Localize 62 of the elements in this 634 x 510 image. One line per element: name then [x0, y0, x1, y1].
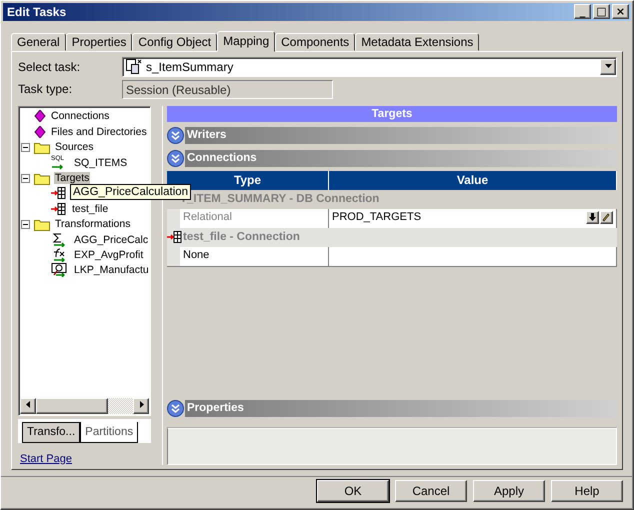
lookup-icon	[51, 263, 69, 278]
table-cell: PROD_TARGETS	[329, 208, 617, 228]
diamond-icon	[34, 110, 46, 122]
tab[interactable]: Components	[275, 32, 356, 51]
expander-toggle[interactable]	[21, 220, 30, 229]
task-dropdown[interactable]: s_ItemSummary	[122, 57, 617, 78]
tree-item[interactable]: Transformations	[54, 218, 132, 230]
window-control-button[interactable]: □	[593, 4, 610, 20]
field-label: Select task:	[18, 60, 82, 74]
left-arrow-icon	[24, 400, 32, 410]
target-table-icon	[51, 202, 67, 215]
tab[interactable]: Partitions	[80, 422, 138, 443]
tab[interactable]: Metadata Extensions	[355, 32, 480, 51]
window-title: Edit Tasks	[7, 4, 68, 19]
tree-item[interactable]: SQ_ITEMS	[73, 156, 128, 169]
tree-item[interactable]: LKP_Manufactu	[73, 264, 150, 276]
tree-item[interactable]: Connections	[50, 110, 110, 122]
folder-icon	[34, 172, 50, 184]
tab[interactable]: Transfo...	[22, 422, 80, 443]
collapse-chevron-icon[interactable]	[167, 400, 184, 418]
target-table-icon	[51, 187, 67, 200]
group-title: test_file - Connection	[183, 231, 300, 244]
column-header: Value	[329, 170, 617, 190]
collapse-chevron-icon[interactable]	[167, 127, 184, 144]
edit-pencil-button[interactable]	[600, 210, 613, 224]
dialog-button[interactable]: OK	[317, 480, 389, 502]
tree-item[interactable]: test_file	[71, 202, 110, 215]
section-header[interactable]: Connections	[185, 150, 617, 168]
tree-item[interactable]: AGG_PriceCalc	[73, 234, 150, 246]
dialog-button[interactable]: Help	[551, 480, 623, 502]
section-header[interactable]: Properties	[185, 400, 617, 418]
session-icon	[126, 59, 142, 76]
tab[interactable]: Properties	[66, 32, 132, 51]
tree-item[interactable]: Sources	[54, 141, 95, 154]
collapse-chevron-icon[interactable]	[167, 150, 184, 168]
tab[interactable]: Mapping	[217, 30, 276, 52]
dialog-button[interactable]: Apply	[473, 480, 545, 502]
expander-toggle[interactable]	[21, 142, 30, 152]
window-control-button[interactable]: _	[574, 4, 591, 20]
tree-item[interactable]: Files and Directories	[50, 126, 148, 138]
tree-item[interactable]: Targets	[54, 172, 90, 184]
target-table-icon	[167, 231, 183, 244]
field-label: Task type:	[18, 82, 74, 96]
scroll-left-button[interactable]	[20, 398, 36, 414]
dialog-button[interactable]: Cancel	[395, 480, 467, 502]
dropdown-arrow-button[interactable]	[600, 59, 616, 76]
expander-toggle[interactable]	[21, 174, 30, 182]
tab[interactable]: General	[11, 32, 66, 51]
section-header[interactable]: Writers	[185, 127, 617, 144]
tree-item[interactable]: EXP_AvgProfit	[73, 248, 144, 261]
folder-icon	[34, 140, 50, 154]
tab[interactable]: Config Object	[132, 32, 218, 51]
scroll-right-button[interactable]	[133, 398, 149, 414]
task-type-field: Session (Reusable)	[122, 80, 333, 99]
window-control-button[interactable]: ×	[612, 4, 629, 20]
start-page-link[interactable]: Start Page	[20, 452, 151, 465]
table-cell: Relational	[167, 208, 329, 228]
folder-icon	[34, 218, 50, 231]
diamond-icon	[34, 126, 46, 138]
horizontal-scrollbar[interactable]	[20, 398, 149, 414]
table-cell: None	[167, 246, 329, 266]
panel-title: Targets	[167, 106, 617, 122]
